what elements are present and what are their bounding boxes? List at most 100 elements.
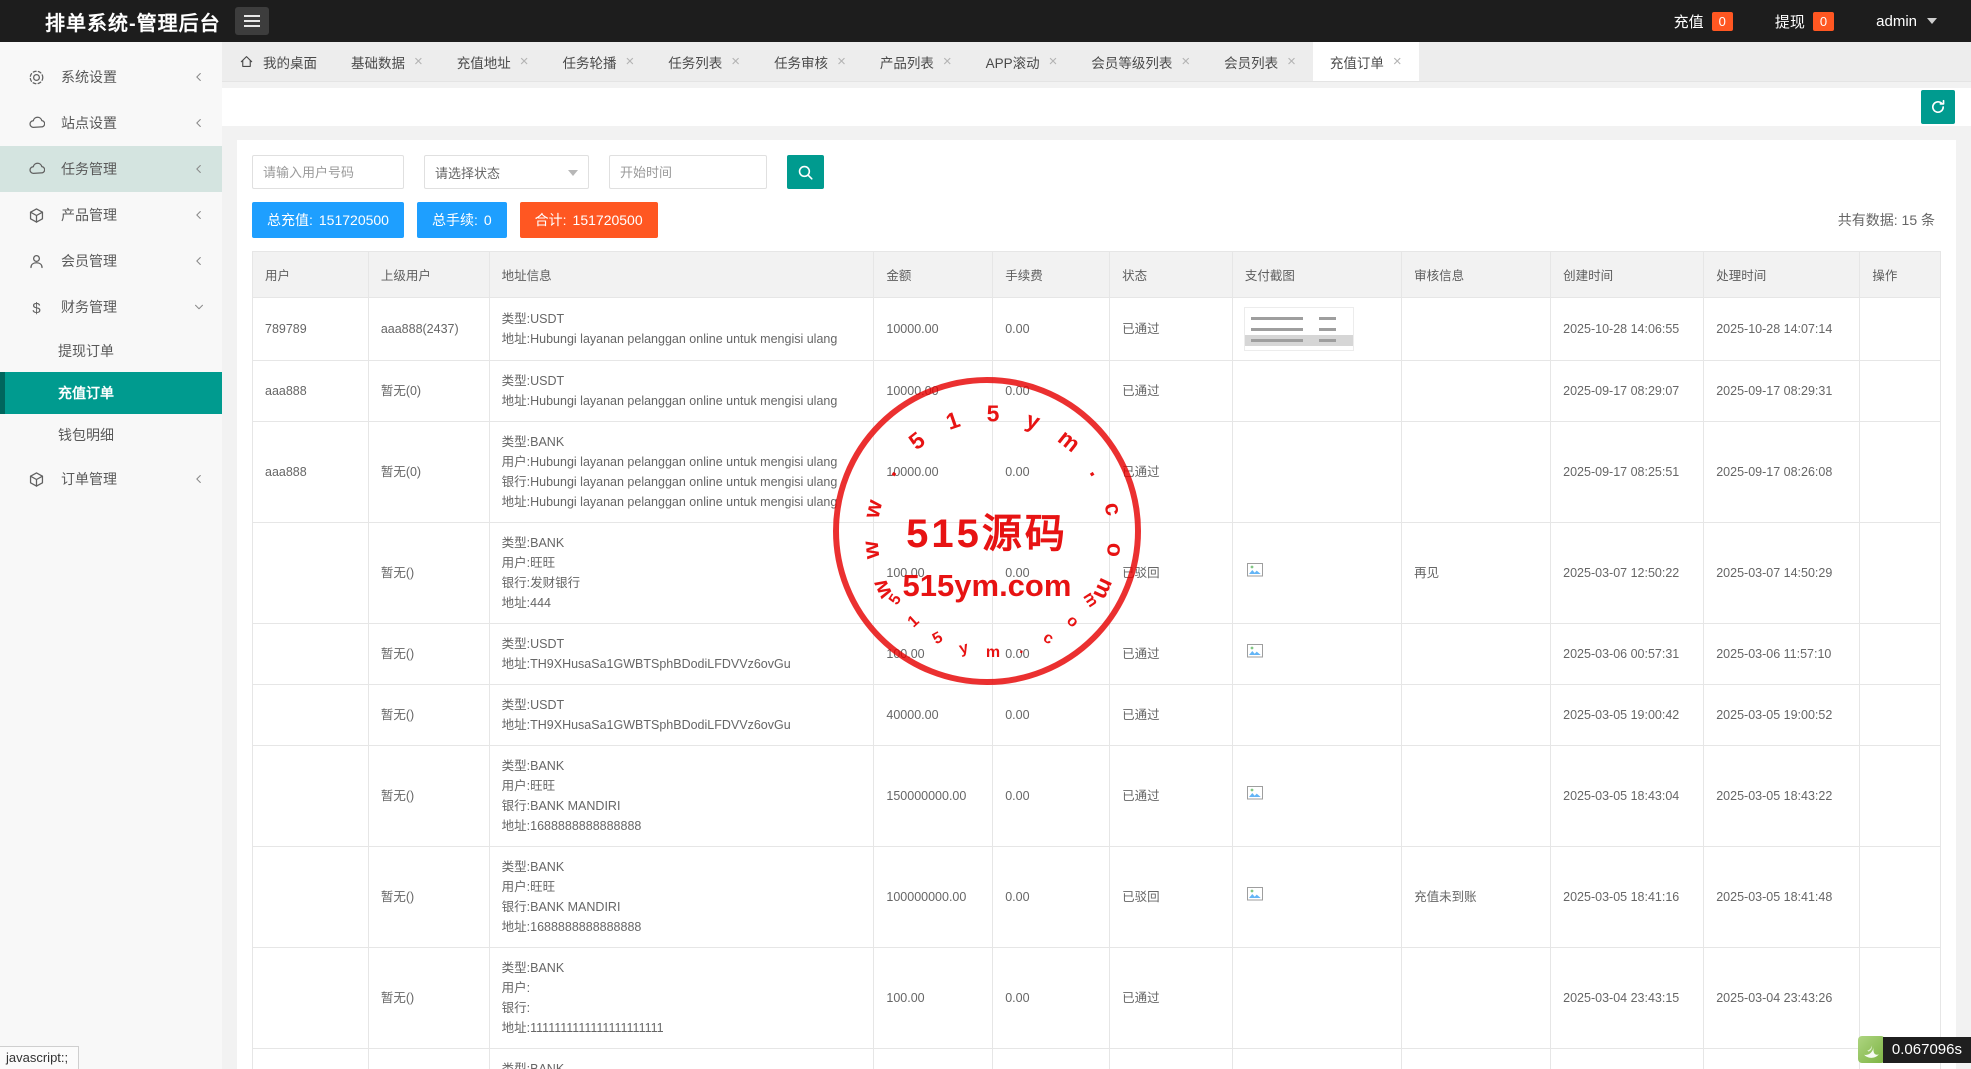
header-withdraw-item[interactable]: 提现 0	[1775, 11, 1835, 32]
address-cell: 类型:BANK 用户:旺旺 银行:发财银行 地址:444	[488, 522, 875, 624]
tab-close-icon[interactable]: ×	[626, 54, 635, 69]
tab[interactable]: 产品列表 ×	[863, 42, 969, 81]
tab-close-icon[interactable]: ×	[837, 54, 846, 69]
screenshot-cell	[1231, 522, 1403, 624]
tab-close-icon[interactable]: ×	[731, 54, 740, 69]
address-cell: 类型:USDT 地址:Hubungi layanan pelanggan onli…	[488, 297, 875, 361]
chevL-icon	[196, 164, 201, 174]
tab[interactable]: 基础数据 ×	[334, 42, 440, 81]
tab-close-icon[interactable]: ×	[520, 54, 529, 69]
address-line: 类型:USDT	[501, 637, 565, 651]
toolbar	[222, 88, 1971, 126]
user-cell	[252, 1048, 369, 1069]
sidebar-item[interactable]: 站点设置	[0, 100, 222, 146]
amount-cell: 100.00	[873, 522, 994, 624]
sidebar-item[interactable]: $ 财务管理	[0, 284, 222, 330]
tab[interactable]: 任务审核 ×	[757, 42, 863, 81]
tab-close-icon[interactable]: ×	[414, 54, 423, 69]
address-line: 地址:TH9XHusaSa1GWBTSphBDodiLFDVVz6ovGu	[501, 718, 791, 732]
processed-time-cell: 2025-09-17 08:26:08	[1703, 421, 1861, 523]
fee-cell: 0.00	[992, 297, 1111, 361]
sidebar-item[interactable]: 会员管理	[0, 238, 222, 284]
app-title: 排单系统-管理后台	[45, 12, 221, 35]
created-time-cell: 2025-10-28 14:06:55	[1550, 297, 1705, 361]
address-cell: 类型:USDT 地址:TH9XHusaSa1GWBTSphBDodiLFDVVz6…	[488, 623, 875, 685]
total-fee-button[interactable]: 总手续: 0	[416, 202, 507, 238]
tab[interactable]: APP滚动 ×	[969, 42, 1075, 81]
sidebar-subitem[interactable]: 充值订单	[0, 372, 222, 414]
sidebar-item-label: 产品管理	[61, 207, 117, 223]
sidebar-item[interactable]: 任务管理	[0, 146, 222, 192]
sidebar-item[interactable]: 系统设置	[0, 54, 222, 100]
header-recharge-item[interactable]: 充值 0	[1674, 11, 1733, 32]
search-button[interactable]	[787, 155, 824, 189]
status-select[interactable]: 请选择状态	[424, 155, 589, 189]
parent-user-cell: 暂无(0)	[367, 421, 490, 523]
address-line: 银行:Hubungi layanan pelanggan online untu…	[501, 475, 838, 489]
sidebar-item-label: 订单管理	[61, 471, 117, 487]
total-sum-button[interactable]: 合计: 151720500	[519, 202, 658, 238]
status-cell: 已通过	[1109, 684, 1233, 746]
total-recharge-button[interactable]: 总充值: 151720500	[252, 202, 404, 238]
fee-cell: 0.00	[992, 522, 1111, 624]
sidebar-subitem[interactable]: 提现订单	[0, 330, 222, 372]
processed-time-cell: 2025-03-04 23:43:26	[1703, 947, 1861, 1049]
start-time-input[interactable]	[609, 155, 767, 189]
action-cell	[1859, 421, 1941, 523]
browser-status-link: javascript:;	[0, 1046, 80, 1069]
tab[interactable]: 任务轮播 ×	[546, 42, 652, 81]
parent-user-cell: 暂无()	[367, 623, 490, 685]
tab-close-icon[interactable]: ×	[1049, 54, 1058, 69]
recharge-label: 充值	[1673, 13, 1704, 31]
tab-close-icon[interactable]: ×	[1287, 54, 1296, 69]
action-cell	[1859, 360, 1941, 422]
tab-close-icon[interactable]: ×	[943, 54, 952, 69]
screenshot-cell	[1231, 745, 1403, 847]
cube-icon	[29, 207, 44, 223]
sidebar-item[interactable]: 产品管理	[0, 192, 222, 238]
address-cell: 类型:BANK 用户:旺旺 银行:BANK MANDIRI 地址:1688888888…	[488, 745, 875, 847]
table-row: aaa888 暂无(0) 类型:USDT 地址:Hubungi layanan pel…	[252, 360, 1941, 422]
top-header: 排单系统-管理后台 充值 0 提现 0 admin	[0, 0, 1971, 42]
sidebar-item[interactable]: 订单管理	[0, 456, 222, 502]
record-count: 共有数据: 15 条	[1837, 212, 1935, 228]
address-line: 地址:Hubungi layanan pelanggan online untu…	[501, 394, 838, 408]
status-cell: 已通过	[1109, 297, 1233, 361]
screenshot-cell	[1231, 421, 1403, 523]
tab[interactable]: 会员等级列表 ×	[1074, 42, 1207, 81]
tab[interactable]: 会员列表 ×	[1207, 42, 1313, 81]
main-panel: 请选择状态 总充值:151720500 总手续:0 合计:151720500 共…	[237, 140, 1956, 1069]
parent-user-cell	[367, 1048, 490, 1069]
processed-time-cell: 2025-03-05 18:41:48	[1703, 846, 1861, 948]
audit-cell	[1401, 623, 1552, 685]
tab[interactable]: 任务列表 ×	[651, 42, 757, 81]
user-menu[interactable]: admin	[1876, 13, 1937, 30]
recharge-count-badge: 0	[1711, 11, 1733, 31]
tab[interactable]: 充值地址 ×	[440, 42, 546, 81]
chevron-down-icon	[568, 170, 578, 176]
tab-close-icon[interactable]: ×	[1181, 54, 1190, 69]
payment-screenshot-thumbnail[interactable]	[1243, 307, 1354, 351]
sidebar-item-label: 会员管理	[61, 253, 117, 269]
sidebar-subitem[interactable]: 钱包明细	[0, 414, 222, 456]
audit-cell: 再见	[1401, 522, 1552, 624]
tab-close-icon[interactable]: ×	[1393, 54, 1402, 69]
refresh-button[interactable]	[1921, 90, 1955, 124]
address-line: 地址:1111111111111111111111	[501, 1021, 664, 1035]
address-line: 地址:1688888888888888	[501, 920, 642, 934]
sidebar-item-label: 系统设置	[61, 69, 117, 85]
status-cell: 已驳回	[1109, 846, 1233, 948]
address-line: 用户:	[501, 981, 531, 995]
user-number-input[interactable]	[252, 155, 404, 189]
tab[interactable]: 我的桌面	[222, 42, 334, 81]
action-cell	[1859, 297, 1941, 361]
table-row: 暂无() 类型:USDT 地址:TH9XHusaSa1GWBTSphBDodiLFD…	[252, 623, 1941, 685]
sidebar-toggle-button[interactable]	[234, 7, 269, 35]
address-line: 用户:旺旺	[501, 880, 556, 894]
address-line: 地址:Hubungi layanan pelanggan online untu…	[501, 495, 838, 509]
parent-user-cell: 暂无()	[367, 684, 490, 746]
tab[interactable]: 充值订单 ×	[1312, 42, 1419, 81]
dollar-icon: $	[32, 300, 41, 315]
audit-cell	[1401, 1048, 1552, 1069]
screenshot-cell	[1231, 947, 1403, 1049]
